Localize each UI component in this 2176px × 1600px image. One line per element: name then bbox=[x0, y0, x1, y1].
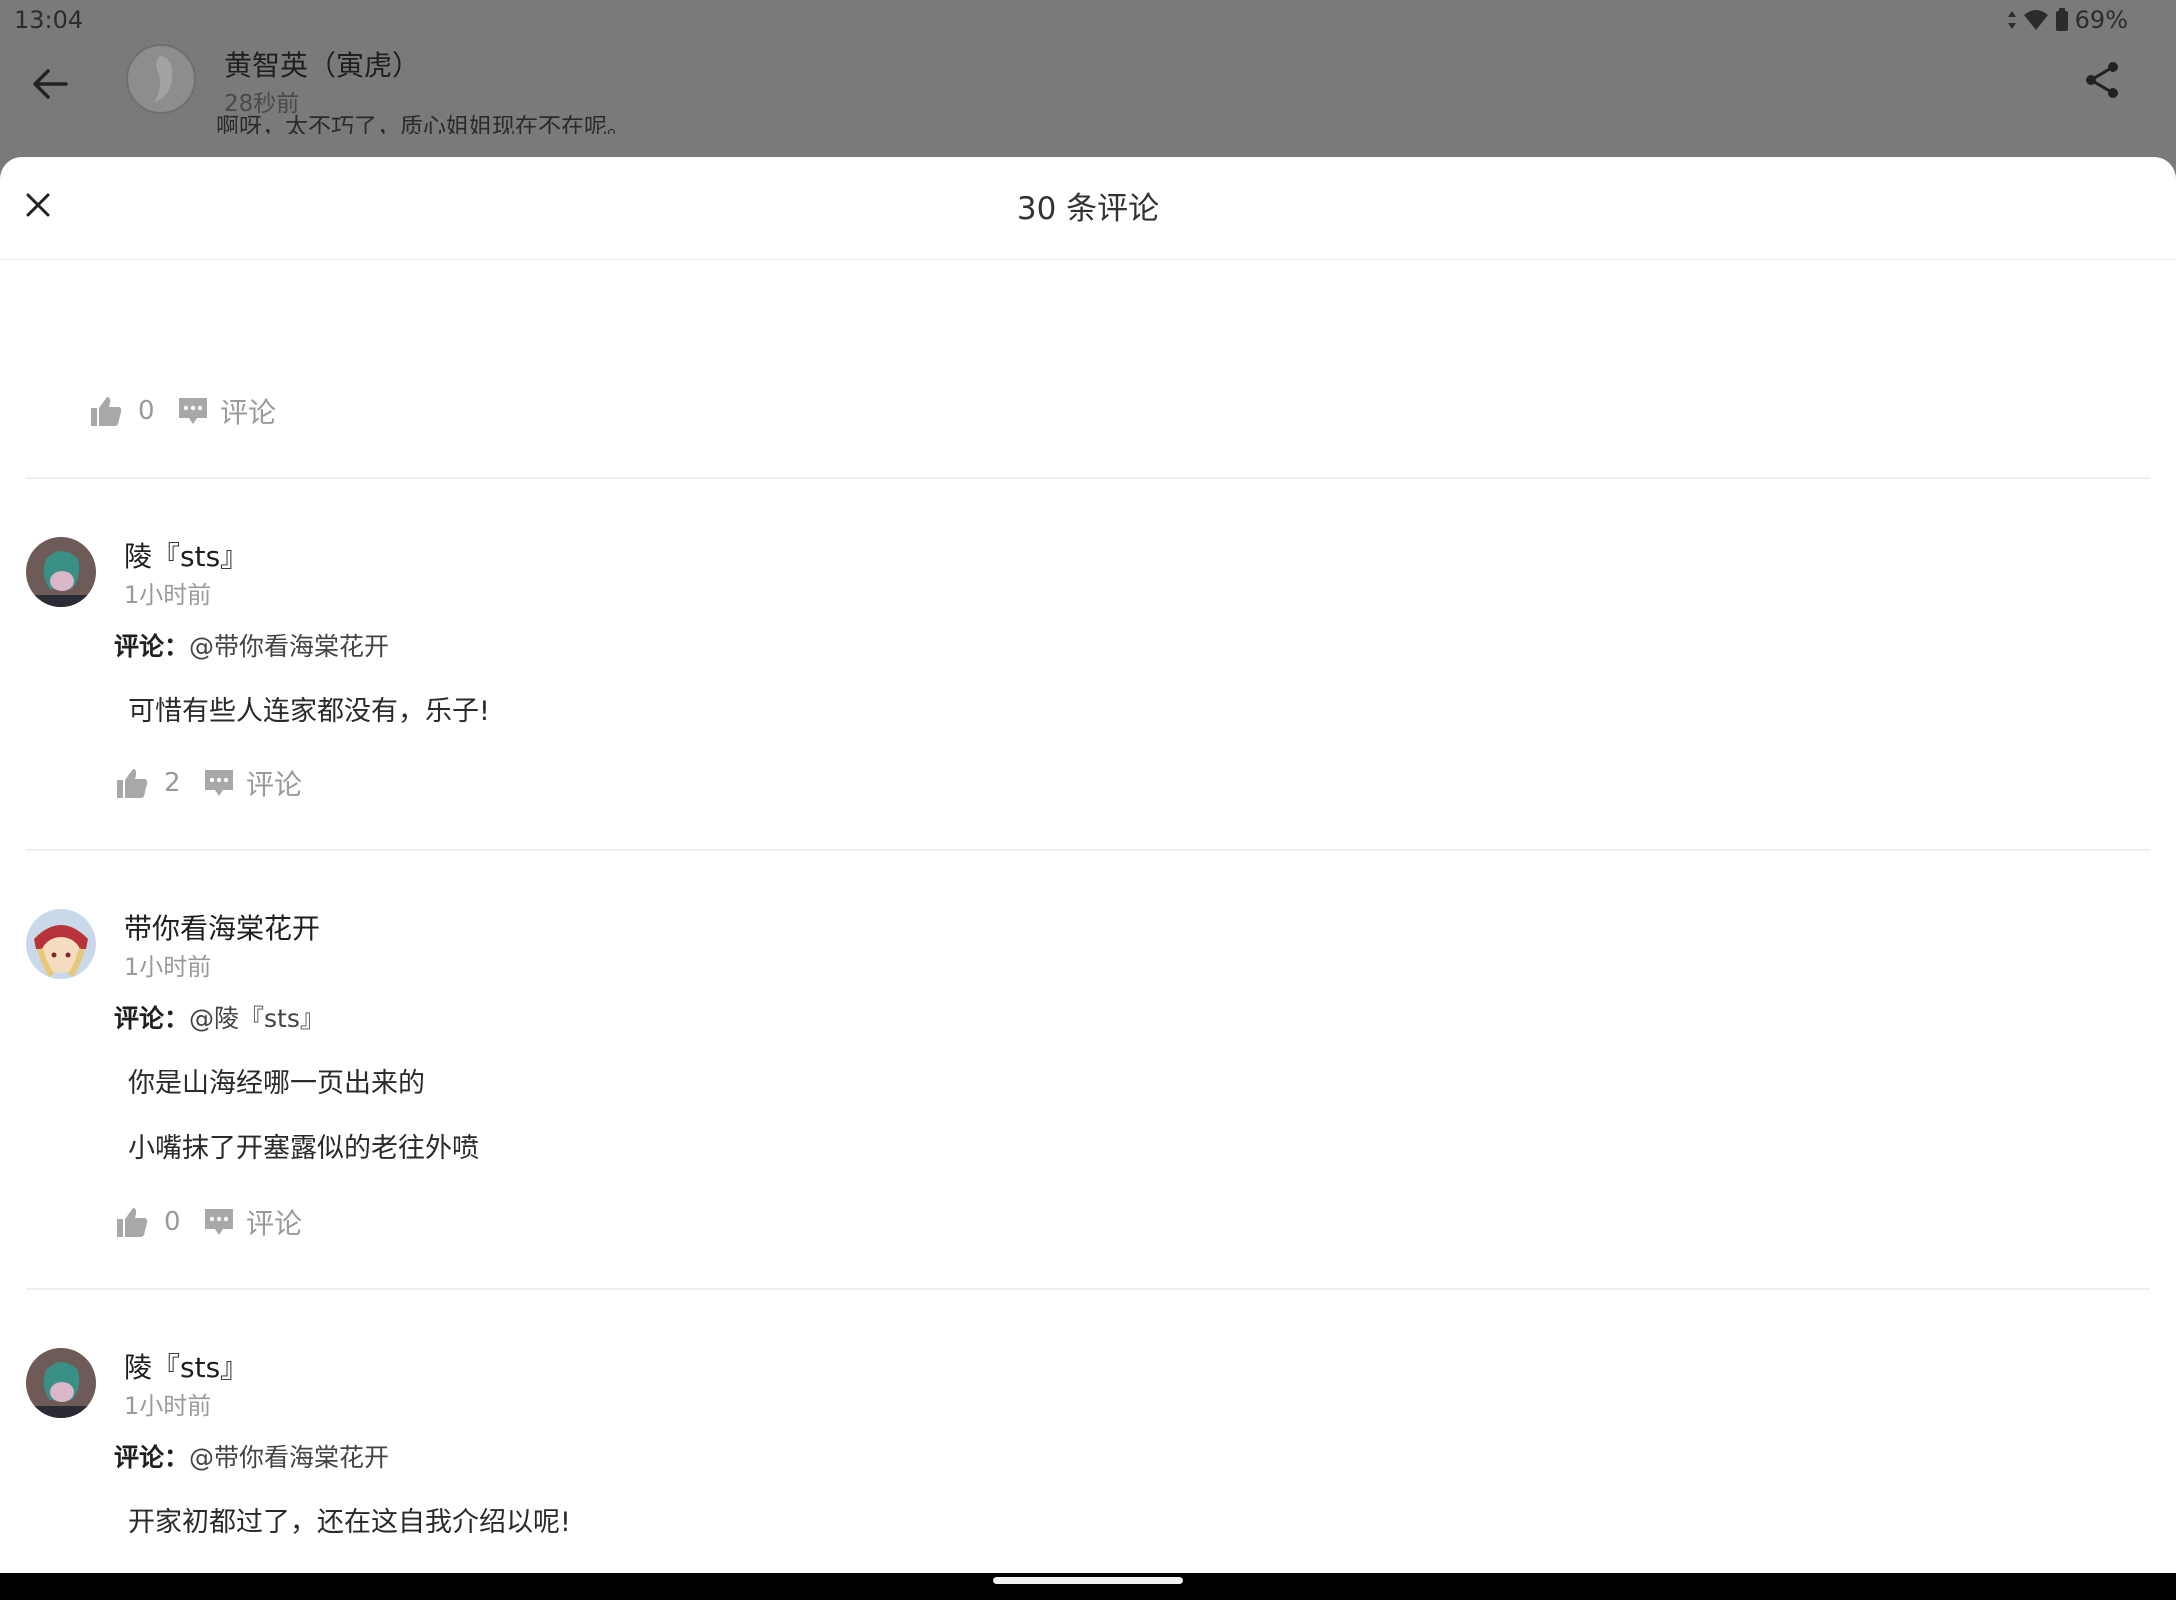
user-avatar[interactable] bbox=[26, 909, 96, 979]
reply-line: 评论：@带你看海棠花开 bbox=[114, 627, 389, 663]
author-name[interactable]: 黄智英（寅虎） bbox=[224, 44, 420, 84]
author-avatar[interactable] bbox=[126, 44, 196, 114]
comment-actions: 0 评论 bbox=[114, 1202, 302, 1242]
comments-sheet: 30 条评论 0 评论 陵『sts』 1小时前 评论：@带你看海棠花开 可惜有些… bbox=[0, 157, 2176, 1573]
like-count: 0 bbox=[164, 1207, 181, 1237]
status-time: 13:04 bbox=[14, 6, 84, 34]
avatar-image-icon bbox=[26, 909, 96, 979]
sheet-header: 30 条评论 bbox=[0, 157, 2176, 260]
post-snippet: 啊呀，太不巧了，质心姐姐现在不在呢。 bbox=[216, 114, 630, 134]
divider bbox=[26, 477, 2150, 479]
comment-bubble-icon[interactable] bbox=[176, 394, 210, 428]
comment-author[interactable]: 陵『sts』 bbox=[124, 535, 248, 575]
thumbs-up-icon[interactable] bbox=[114, 765, 150, 801]
reply-target[interactable]: @带你看海棠花开 bbox=[189, 632, 389, 661]
avatar-image-icon bbox=[26, 1348, 96, 1418]
reply-target[interactable]: @陵『sts』 bbox=[189, 1004, 325, 1033]
comment-text: 开家初都过了，还在这自我介绍以呢! bbox=[128, 1507, 571, 1538]
data-arrows-icon bbox=[2007, 11, 2016, 29]
back-arrow-icon[interactable] bbox=[28, 62, 72, 106]
avatar-placeholder-icon bbox=[154, 56, 173, 102]
divider bbox=[26, 1288, 2150, 1290]
thumbs-up-icon[interactable] bbox=[114, 1204, 150, 1240]
comment-action-label[interactable]: 评论 bbox=[246, 763, 302, 803]
reply-target[interactable]: @带你看海棠花开 bbox=[189, 1443, 389, 1472]
avatar-image-icon bbox=[26, 537, 96, 607]
user-avatar[interactable] bbox=[26, 537, 96, 607]
thumbs-up-icon[interactable] bbox=[88, 393, 124, 429]
comment-time: 1小时前 bbox=[124, 953, 212, 981]
comment-author[interactable]: 带你看海棠花开 bbox=[124, 907, 320, 947]
reply-prefix: 评论： bbox=[114, 1443, 190, 1472]
reply-line: 评论：@带你看海棠花开 bbox=[114, 1438, 389, 1474]
post-header: 黄智英（寅虎） 28秒前 啊呀，太不巧了，质心姐姐现在不在呢。 bbox=[0, 44, 2176, 158]
comment-bubble-icon[interactable] bbox=[202, 766, 236, 800]
comment-time: 1小时前 bbox=[124, 581, 212, 609]
comment-actions: 0 评论 bbox=[88, 391, 276, 431]
like-count: 0 bbox=[138, 396, 155, 426]
reply-line: 评论：@陵『sts』 bbox=[114, 999, 325, 1035]
comment-time: 1小时前 bbox=[124, 1392, 212, 1420]
share-icon[interactable] bbox=[2082, 60, 2122, 100]
comment-text: 小嘴抹了开塞露似的老往外喷 bbox=[128, 1133, 479, 1164]
comment-action-label[interactable]: 评论 bbox=[220, 391, 276, 431]
comment-text: 你是山海经哪一页出来的 bbox=[128, 1068, 425, 1099]
status-bar: 13:04 69% bbox=[0, 0, 2176, 44]
comment-bubble-icon[interactable] bbox=[202, 1205, 236, 1239]
sheet-title: 30 条评论 bbox=[1016, 191, 1160, 227]
reply-prefix: 评论： bbox=[114, 1004, 190, 1033]
comment-action-label[interactable]: 评论 bbox=[246, 1202, 302, 1242]
comment-author[interactable]: 陵『sts』 bbox=[124, 1346, 248, 1386]
comment-text: 可惜有些人连家都没有，乐子! bbox=[128, 696, 490, 727]
reply-prefix: 评论： bbox=[114, 632, 190, 661]
battery-icon bbox=[2055, 8, 2068, 31]
home-handle[interactable] bbox=[993, 1577, 1183, 1584]
comment-actions: 2 评论 bbox=[114, 763, 302, 803]
battery-percent: 69% bbox=[2074, 6, 2128, 34]
like-count: 2 bbox=[164, 768, 181, 798]
navigation-bar bbox=[0, 1573, 2176, 1600]
user-avatar[interactable] bbox=[26, 1348, 96, 1418]
status-icons: 69% bbox=[2007, 6, 2128, 34]
wifi-icon bbox=[2023, 10, 2048, 30]
divider bbox=[26, 849, 2150, 851]
